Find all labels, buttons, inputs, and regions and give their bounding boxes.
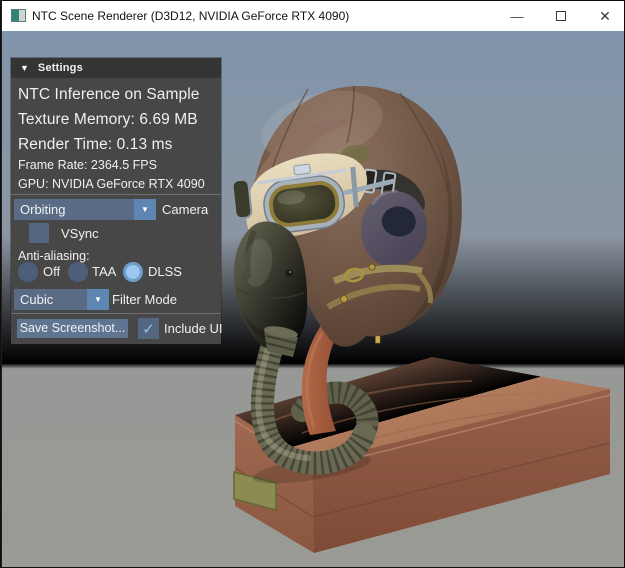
minimize-icon: —: [511, 9, 524, 24]
mask-stud: [291, 304, 297, 310]
close-button[interactable]: ✕: [583, 1, 625, 31]
stat-texture-memory: Texture Memory: 6.69 MB: [18, 111, 198, 129]
settings-panel-header[interactable]: ▼ Settings: [11, 58, 221, 78]
camera-label: Camera: [162, 199, 208, 220]
stat-frame-rate: Frame Rate: 2364.5 FPS: [18, 158, 157, 172]
goggle-lens-left: [232, 179, 252, 218]
title-bar: NTC Scene Renderer (D3D12, NVIDIA GeForc…: [2, 1, 625, 31]
stat-gpu: GPU: NVIDIA GeForce RTX 4090: [18, 177, 205, 191]
filter-mode-value: Cubic: [14, 289, 87, 310]
app-icon[interactable]: [11, 9, 26, 22]
radio-aa-taa-label: TAA: [92, 262, 116, 282]
separator: [11, 313, 221, 314]
antialiasing-label: Anti-aliasing:: [18, 249, 90, 263]
vsync-checkbox[interactable]: [29, 223, 49, 243]
radio-aa-off[interactable]: [18, 262, 38, 282]
close-icon: ✕: [599, 8, 611, 25]
save-screenshot-button[interactable]: Save Screenshot...: [17, 319, 128, 338]
vsync-label: VSync: [61, 223, 99, 244]
filter-mode-label: Filter Mode: [112, 289, 177, 310]
mask-stud: [286, 270, 293, 277]
minimize-button[interactable]: —: [495, 1, 539, 31]
checkmark-icon: ✓: [142, 320, 155, 338]
stat-render-time: Render Time: 0.13 ms: [18, 136, 172, 154]
radio-aa-off-label: Off: [43, 262, 60, 282]
radio-aa-taa[interactable]: [68, 262, 88, 282]
window-title: NTC Scene Renderer (D3D12, NVIDIA GeForc…: [32, 9, 349, 23]
collapse-triangle-icon: ▼: [20, 63, 29, 73]
maximize-icon: [556, 11, 566, 21]
filter-mode-dropdown[interactable]: Cubic ▼: [14, 289, 109, 310]
maximize-button[interactable]: [539, 1, 583, 31]
app-window: NTC Scene Renderer (D3D12, NVIDIA GeForc…: [0, 0, 625, 568]
dropdown-arrow-icon[interactable]: ▼: [134, 199, 156, 220]
include-ui-checkbox[interactable]: ✓: [138, 318, 159, 339]
settings-panel-title: Settings: [38, 62, 83, 74]
radio-aa-dlss-label: DLSS: [148, 262, 182, 282]
settings-panel: ▼ Settings NTC Inference on Sample Textu…: [11, 58, 221, 344]
include-ui-label: Include UI: [164, 318, 223, 339]
camera-mode-dropdown[interactable]: Orbiting ▼: [14, 199, 156, 220]
frame-clip: [294, 164, 311, 175]
radio-aa-dlss[interactable]: [123, 262, 143, 282]
separator: [11, 194, 221, 195]
stat-inference: NTC Inference on Sample: [18, 86, 200, 104]
dropdown-arrow-icon[interactable]: ▼: [87, 289, 109, 310]
camera-mode-value: Orbiting: [14, 199, 134, 220]
